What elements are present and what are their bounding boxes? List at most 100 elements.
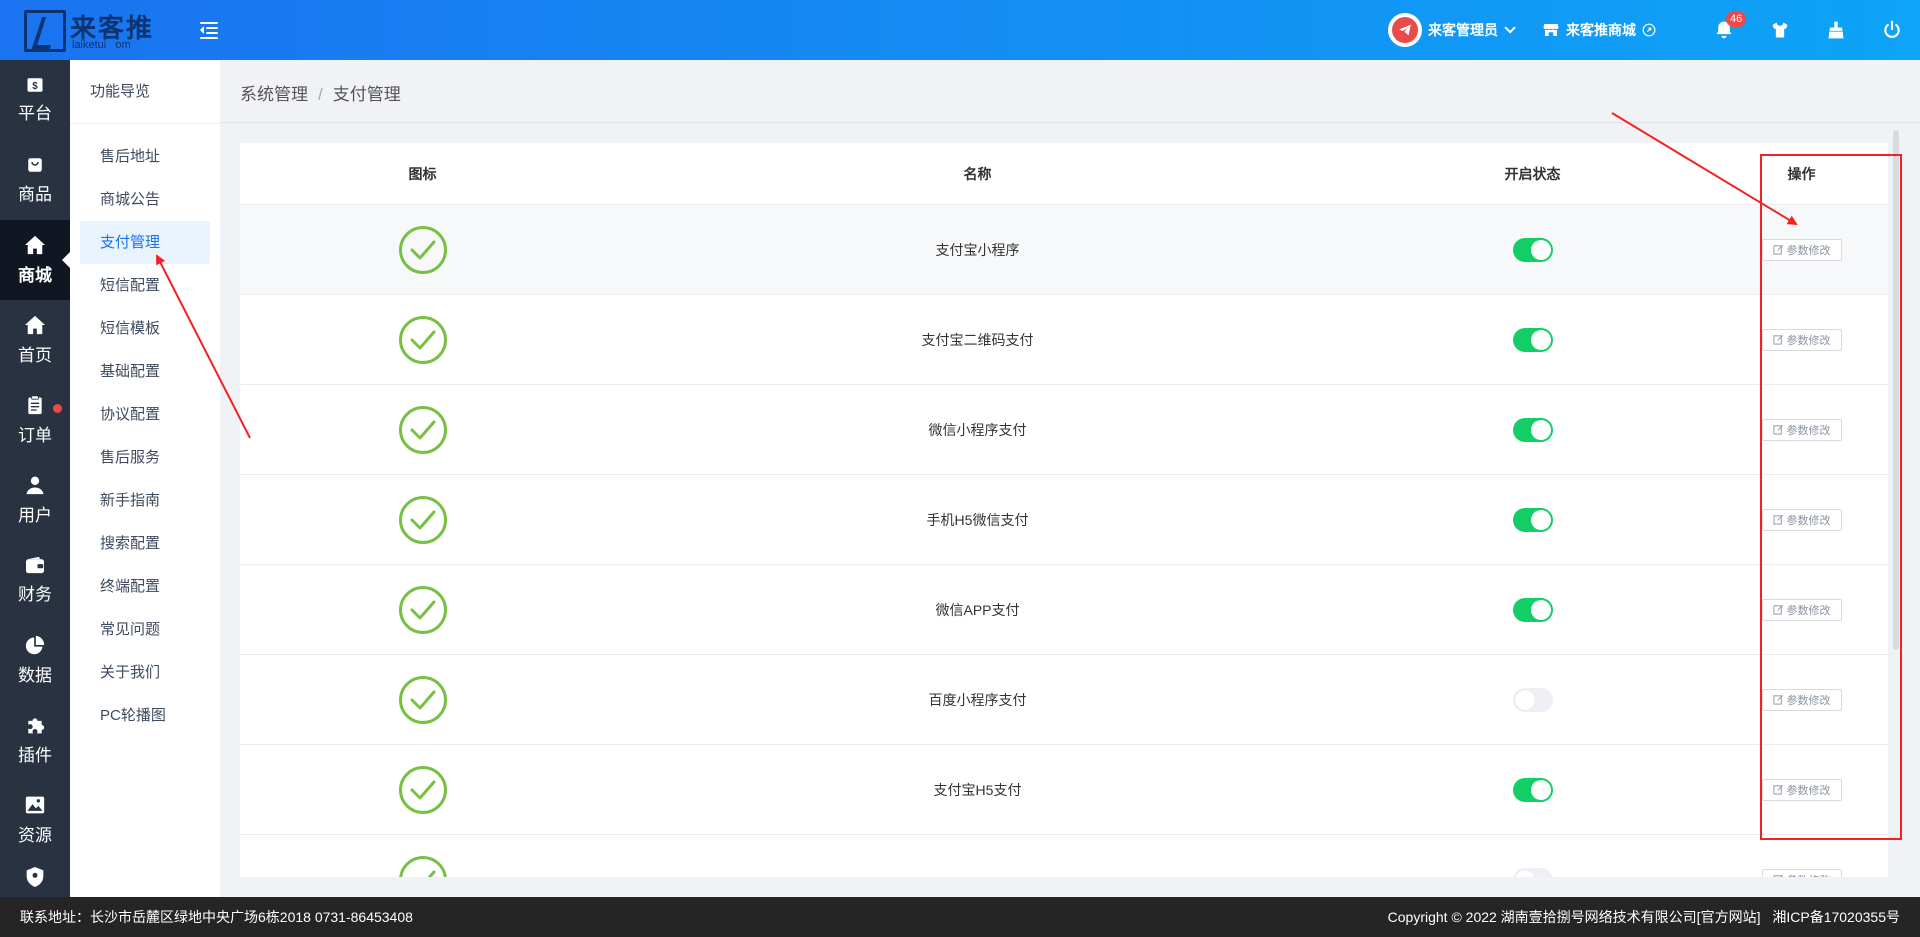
nav-item-orders[interactable]: 订单 — [0, 380, 70, 460]
status-toggle[interactable] — [1512, 597, 1553, 622]
edit-params-button[interactable]: 参数修改 — [1761, 868, 1842, 877]
payment-name: 微信APP支付 — [935, 601, 1020, 618]
column-header-op: 操作 — [1787, 165, 1816, 182]
column-header-icon: 图标 — [408, 165, 437, 182]
submenu-item[interactable]: 支付管理 — [80, 221, 210, 264]
scrollbar[interactable] — [1893, 130, 1899, 650]
avatar — [1388, 13, 1422, 47]
edit-params-button[interactable]: 参数修改 — [1761, 328, 1842, 351]
table-row: 手机H5微信支付 参数修改 — [240, 475, 1888, 565]
shop-name: 来客推商城 — [1566, 22, 1636, 38]
logout-button[interactable] — [1864, 0, 1920, 60]
nav-item-resources[interactable]: 资源 — [0, 780, 70, 860]
logo[interactable]: 来客推 laiketui om — [24, 6, 174, 54]
submenu-item-guide[interactable]: 功能导览 — [70, 60, 220, 124]
header-actions: 来客管理员 来客推商城 46 — [1388, 0, 1920, 60]
submenu-item[interactable]: 终端配置 — [80, 565, 210, 608]
nav-item-plugins[interactable]: 插件 — [0, 700, 70, 780]
submenu-item[interactable]: 短信模板 — [80, 307, 210, 350]
secondary-menu: 功能导览 售后地址 商城公告 支付管理 短信配置 短信模板 基础配置 协议配置 售后服务 新手指… — [70, 60, 220, 897]
theme-button[interactable] — [1752, 0, 1808, 60]
edit-label: 参数修改 — [1786, 784, 1831, 797]
footer-copyright[interactable]: Copyright © 2022 湖南壹拾捌号网络技术有限公司[官方网站] — [1388, 909, 1761, 925]
notification-button[interactable]: 46 — [1696, 0, 1752, 60]
payment-name: 微信小程序支付 — [928, 421, 1027, 438]
clear-cache-button[interactable] — [1808, 0, 1864, 60]
edit-label: 参数修改 — [1786, 694, 1831, 707]
nav-item-mall[interactable]: 商城 — [0, 220, 70, 300]
state-cell — [1350, 327, 1715, 352]
table-row: 百度小程序支付 参数修改 — [240, 655, 1888, 745]
primary-nav: $ 平台 商品 商城 首页 订单 用户 财务 数据 插件 资源 — [0, 60, 70, 897]
status-toggle[interactable] — [1512, 867, 1553, 877]
edit-icon — [1772, 335, 1783, 345]
power-icon — [1884, 20, 1900, 38]
edit-params-button[interactable]: 参数修改 — [1761, 778, 1842, 801]
status-toggle[interactable] — [1512, 687, 1553, 712]
status-toggle[interactable] — [1512, 327, 1553, 352]
submenu-item[interactable]: 售后服务 — [80, 436, 210, 479]
state-cell — [1350, 237, 1715, 262]
state-cell — [1350, 687, 1715, 712]
nav-item-finance[interactable]: 财务 — [0, 540, 70, 620]
footer: 联系地址：长沙市岳麓区绿地中央广场6栋2018 0731-86453408 Co… — [0, 897, 1920, 937]
submenu-item[interactable]: 搜索配置 — [80, 522, 210, 565]
status-toggle[interactable] — [1512, 507, 1553, 532]
submenu-item[interactable]: 基础配置 — [80, 350, 210, 393]
footer-right: Copyright © 2022 湖南壹拾捌号网络技术有限公司[官方网站] 湘I… — [1380, 907, 1900, 927]
status-toggle[interactable] — [1512, 417, 1553, 442]
nav-label: 用户 — [18, 505, 52, 525]
op-cell: 参数修改 — [1715, 418, 1888, 441]
breadcrumb-root[interactable]: 系统管理 — [240, 85, 308, 104]
breadcrumb-separator: / — [318, 85, 323, 104]
table-row: 支付宝小程序 参数修改 — [240, 205, 1888, 295]
nav-label: 数据 — [18, 665, 52, 685]
payment-name: 支付宝二维码支付 — [921, 331, 1034, 348]
submenu-item[interactable]: 新手指南 — [80, 479, 210, 522]
nav-item-home[interactable]: 首页 — [0, 300, 70, 380]
edit-params-button[interactable]: 参数修改 — [1761, 598, 1842, 621]
payment-icon-cell — [240, 315, 605, 364]
nav-item-users[interactable]: 用户 — [0, 460, 70, 540]
table-row: 微信APP支付 参数修改 — [240, 565, 1888, 655]
payment-name: 手机H5微信支付 — [926, 511, 1029, 528]
edit-params-button[interactable]: 参数修改 — [1761, 418, 1842, 441]
submenu-item[interactable]: 商城公告 — [80, 178, 210, 221]
state-cell — [1350, 417, 1715, 442]
submenu-item[interactable]: 售后地址 — [80, 135, 210, 178]
wallet-icon — [26, 556, 44, 573]
shop-link[interactable]: 来客推商城 — [1542, 20, 1656, 40]
nav-label: 资源 — [18, 825, 52, 845]
footer-icp[interactable]: 湘ICP备17020355号 — [1772, 909, 1900, 925]
state-cell — [1350, 597, 1715, 622]
user-menu[interactable]: 来客管理员 — [1388, 13, 1516, 47]
nav-item-goods[interactable]: 商品 — [0, 140, 70, 220]
submenu-item[interactable]: 协议配置 — [80, 393, 210, 436]
menu-collapse-button[interactable] — [200, 20, 222, 40]
nav-item-platform[interactable]: $ 平台 — [0, 60, 70, 140]
nav-item-data[interactable]: 数据 — [0, 620, 70, 700]
state-cell — [1350, 777, 1715, 802]
edit-label: 参数修改 — [1786, 334, 1831, 347]
submenu-item[interactable]: 关于我们 — [80, 651, 210, 694]
payment-name: 支付宝小程序 — [935, 241, 1020, 258]
nav-label: 平台 — [18, 103, 52, 123]
pie-chart-icon — [25, 635, 45, 654]
edit-params-button[interactable]: 参数修改 — [1761, 238, 1842, 261]
submenu-item[interactable]: PC轮播图 — [80, 694, 210, 737]
payment-icon-cell — [240, 585, 605, 634]
orders-alert-dot — [53, 404, 62, 413]
check-circle-icon — [398, 765, 447, 814]
table-row: 参数修改 — [240, 835, 1888, 877]
edit-icon — [1772, 605, 1783, 615]
submenu-item[interactable]: 常见问题 — [80, 608, 210, 651]
op-cell: 参数修改 — [1715, 868, 1888, 877]
nav-item-more[interactable] — [0, 860, 70, 900]
edit-params-button[interactable]: 参数修改 — [1761, 688, 1842, 711]
status-toggle[interactable] — [1512, 777, 1553, 802]
submenu-item[interactable]: 短信配置 — [80, 264, 210, 307]
status-toggle[interactable] — [1512, 237, 1553, 262]
house-icon — [25, 315, 45, 334]
column-header-state: 开启状态 — [1504, 165, 1561, 182]
edit-params-button[interactable]: 参数修改 — [1761, 508, 1842, 531]
